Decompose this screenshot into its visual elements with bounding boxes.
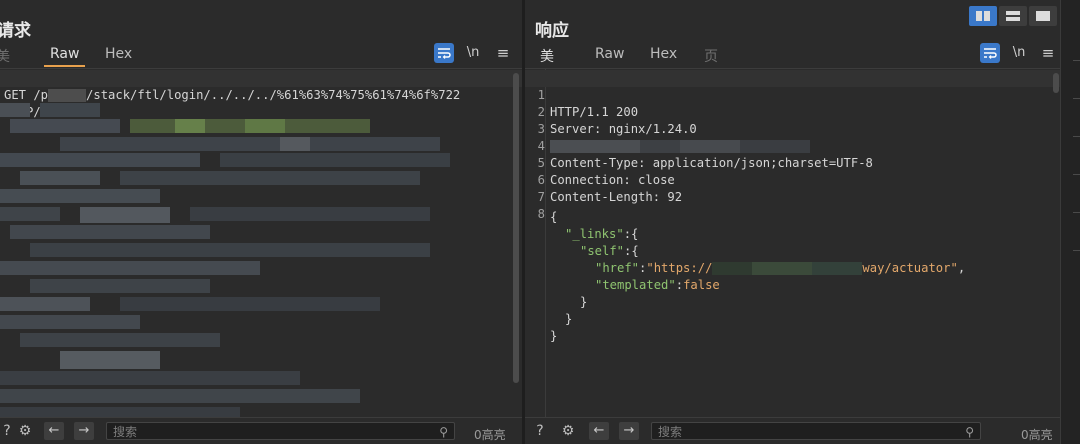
response-line: 4 Content-Type: application/json;charset… [525, 121, 1060, 170]
response-scrollbar[interactable] [1053, 73, 1059, 93]
request-line: HTTP/1.1 [0, 87, 522, 119]
newline-toggle[interactable]: \n [463, 43, 483, 63]
next-match-button[interactable]: → [74, 422, 94, 440]
response-line: 7 [525, 172, 1060, 204]
menu-icon[interactable]: ≡ [1038, 43, 1058, 63]
help-icon[interactable]: ? [0, 422, 16, 440]
layout-stacked-icon[interactable] [999, 6, 1027, 26]
json-line: "templated":false [595, 278, 720, 292]
help-icon[interactable]: ? [531, 422, 549, 440]
json-line: "_links":{ [565, 227, 639, 241]
json-line: { [525, 192, 1060, 224]
settings-gear-icon[interactable]: ⚙ [16, 422, 34, 440]
request-search-field[interactable]: ⚲ [106, 422, 455, 440]
response-search-bar: ? ⚙ ← → ⚲ 0高亮 [525, 417, 1060, 444]
response-title: 响应 [535, 21, 569, 41]
response-search-input[interactable] [658, 425, 916, 439]
response-line: 3 [525, 104, 1060, 153]
json-line: } [580, 295, 588, 309]
request-match-count: 0高亮 [474, 428, 506, 442]
json-line: "self":{ [580, 244, 639, 258]
settings-gear-icon[interactable]: ⚙ [559, 422, 577, 440]
wrap-toggle-icon[interactable] [434, 43, 454, 63]
search-icon: ⚲ [439, 425, 448, 439]
menu-icon[interactable]: ≡ [493, 43, 513, 63]
previous-match-button[interactable]: ← [589, 422, 609, 440]
tab-request-hex[interactable]: Hex [105, 44, 132, 64]
tab-response-hex[interactable]: Hex [650, 44, 677, 64]
request-title: 请求 [0, 21, 31, 41]
response-editor[interactable]: 1 HTTP/1.1 200 2 Server: nginx/1.24.0 3 … [525, 68, 1060, 418]
newline-toggle[interactable]: \n [1009, 43, 1029, 63]
response-line: 5 Connection: close [525, 138, 1060, 187]
json-line: } [565, 312, 573, 326]
request-search-input[interactable] [113, 425, 386, 439]
tab-request-raw[interactable]: Raw [43, 44, 87, 67]
side-panel-strip [1060, 0, 1080, 444]
layout-single-icon[interactable] [1029, 6, 1057, 26]
response-line: 1 HTTP/1.1 200 [525, 70, 1060, 119]
wrap-toggle-icon[interactable] [980, 43, 1000, 63]
request-editor[interactable]: GET /p/stack/ftl/login/../../../%61%63%7… [0, 68, 522, 418]
tab-response-raw[interactable]: Raw [595, 44, 624, 64]
previous-match-button[interactable]: ← [44, 422, 64, 440]
response-match-count: 0高亮 [1021, 428, 1053, 442]
request-scrollbar[interactable] [513, 73, 519, 383]
response-pane: 响应 美化 Raw Hex 页面渲染 \n ≡ 1 HTTP/1.1 200 2… [525, 0, 1060, 444]
next-match-button[interactable]: → [619, 422, 639, 440]
layout-side-by-side-icon[interactable] [969, 6, 997, 26]
redacted-headers [0, 103, 460, 418]
search-icon: ⚲ [965, 425, 974, 439]
response-line: 2 Server: nginx/1.24.0 [525, 87, 1060, 136]
response-search-field[interactable]: ⚲ [651, 422, 981, 440]
request-line: GET /p/stack/ftl/login/../../../%61%63%7… [0, 70, 522, 102]
request-search-bar: ? ⚙ ← → ⚲ 0高亮 [0, 417, 522, 444]
request-pane: 请求 美化 Raw Hex \n ≡ GET /p/stack/ftl/logi… [0, 0, 522, 444]
json-line: } [550, 329, 558, 343]
layout-toggle-group [965, 6, 1057, 26]
response-line: 6 Content-Length: 92 [525, 155, 1060, 204]
json-line: "href":"https://way/actuator", [595, 261, 966, 275]
